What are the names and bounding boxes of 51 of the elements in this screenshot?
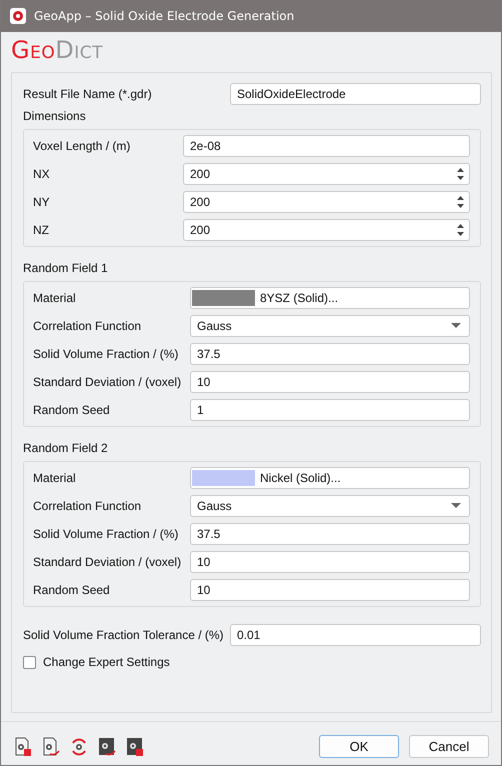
input-field[interactable]: 10	[190, 371, 470, 393]
field-label: NY	[33, 195, 51, 209]
settings-file-icon[interactable]	[97, 736, 117, 756]
field-label: Voxel Length / (m)	[33, 139, 132, 153]
logo: GeoDict	[10, 35, 104, 66]
material-button[interactable]: 8YSZ (Solid)...	[190, 287, 470, 309]
field-label: Solid Volume Fraction Tolerance / (%)	[23, 628, 225, 642]
dialog-button[interactable]: Cancel	[409, 735, 489, 758]
settings-file-icon[interactable]	[125, 736, 145, 756]
dialog-button[interactable]: OK	[319, 735, 399, 758]
field-label: NX	[33, 167, 51, 181]
field-label: Solid Volume Fraction / (%)	[33, 527, 180, 541]
field-label: Correlation Function	[33, 319, 142, 333]
dropdown[interactable]: Gauss	[190, 315, 470, 337]
section-title: Dimensions	[23, 109, 87, 123]
dropdown[interactable]: Gauss	[190, 495, 470, 517]
section-title: Random Field 1	[23, 261, 109, 275]
field-label: Material	[33, 471, 77, 485]
spin-arrows-icon	[456, 222, 465, 238]
input-field[interactable]: 0.01	[230, 624, 481, 646]
field-label: Correlation Function	[33, 499, 142, 513]
input-field[interactable]: 10	[190, 579, 470, 601]
field-label: NZ	[33, 223, 50, 237]
settings-file-icon[interactable]	[13, 736, 33, 756]
field-label: Random Seed	[33, 403, 111, 417]
input-field[interactable]: 1	[190, 399, 470, 421]
settings-file-icon[interactable]	[41, 736, 61, 756]
window-title: GeoApp – Solid Oxide Electrode Generation	[34, 9, 294, 23]
spin-arrows-icon	[456, 166, 465, 182]
field-label: Result File Name (*.gdr)	[23, 87, 153, 101]
spin-arrows-icon	[456, 194, 465, 210]
checkbox-label: Change Expert Settings	[43, 655, 170, 669]
checkbox[interactable]	[23, 656, 36, 668]
field-label: Standard Deviation / (voxel)	[33, 555, 182, 569]
field-label: Standard Deviation / (voxel)	[33, 375, 182, 389]
spin-box[interactable]: 200	[183, 191, 470, 213]
spin-box[interactable]: 200	[183, 219, 470, 241]
dropdown-arrow-icon	[451, 503, 461, 509]
input-field[interactable]: 10	[190, 551, 470, 573]
spin-box[interactable]: 200	[183, 163, 470, 185]
input-field[interactable]: 37.5	[190, 523, 470, 545]
field-label: Solid Volume Fraction / (%)	[33, 347, 180, 361]
input-field[interactable]: 37.5	[190, 343, 470, 365]
section-title: Random Field 2	[23, 441, 109, 455]
input-field[interactable]: SolidOxideElectrode	[230, 83, 481, 105]
field-label: Random Seed	[33, 583, 111, 597]
material-button[interactable]: Nickel (Solid)...	[190, 467, 470, 489]
app-icon	[10, 8, 26, 24]
field-label: Material	[33, 291, 77, 305]
dropdown-arrow-icon	[451, 323, 461, 329]
input-field[interactable]: 2e-08	[183, 135, 470, 157]
